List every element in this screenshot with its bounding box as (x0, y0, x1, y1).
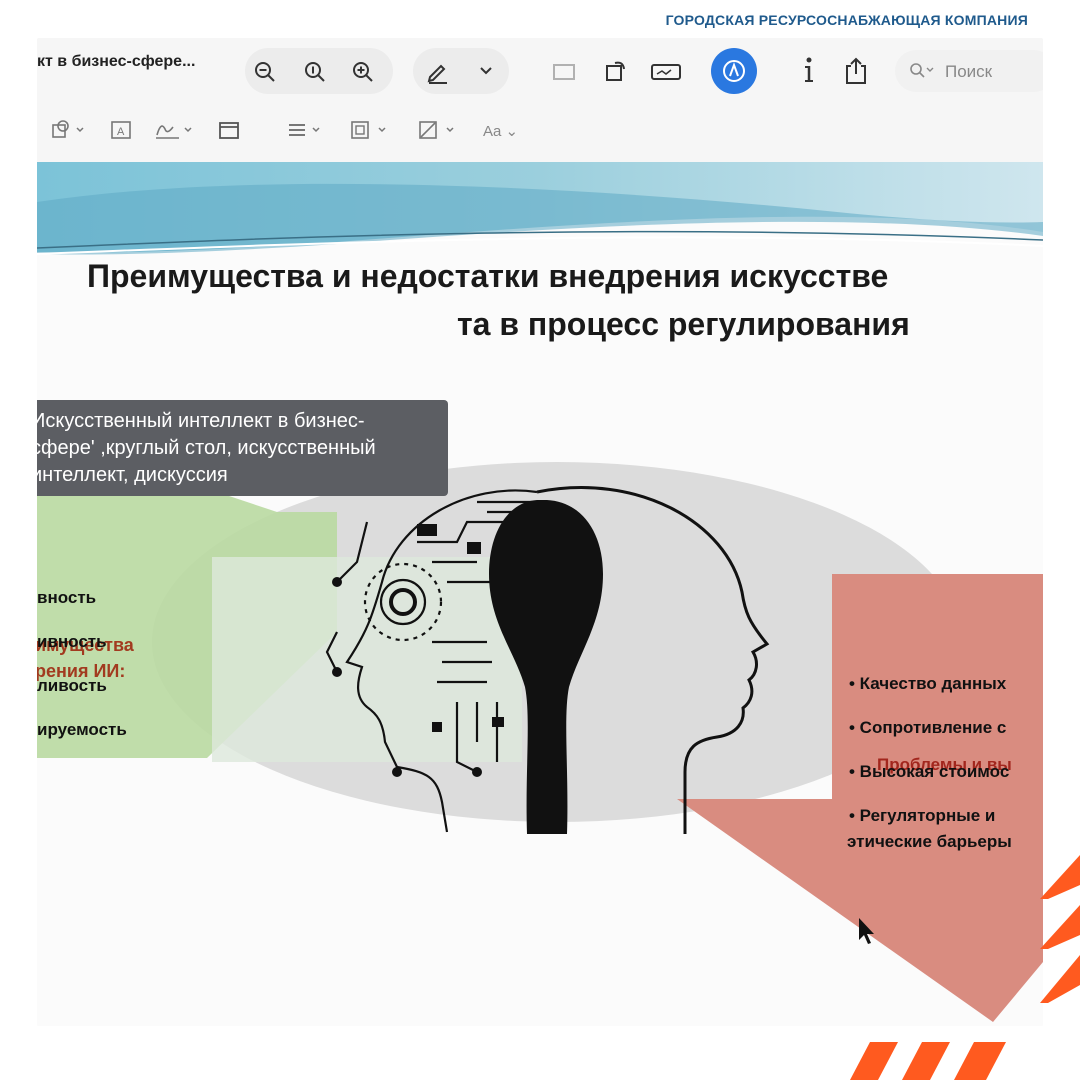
document-title: кт в бизнес-сфере... (37, 53, 196, 70)
problem-item: • Сопротивление с (849, 718, 1007, 737)
hover-tooltip: Искусственный интеллект в бизнес- сфере'… (37, 400, 448, 496)
textbox-icon[interactable]: A (109, 118, 133, 142)
shapes-icon[interactable] (51, 118, 91, 142)
advantage-item: ируемость (37, 720, 127, 739)
problem-item: • Качество данных (849, 674, 1007, 693)
zoom-out-icon[interactable] (251, 58, 279, 86)
tooltip-line: сфере' ,круглый стол, искусственный (37, 437, 376, 459)
slide-title-line2: та в процесс регулирования (457, 306, 910, 342)
markup-toggle-button[interactable] (711, 48, 757, 94)
chevron-down-icon: ⌄ (505, 123, 519, 140)
sign-icon[interactable] (153, 118, 199, 142)
advantage-item: вность (37, 588, 97, 607)
line-style-icon[interactable] (285, 118, 327, 142)
problem-item: • Регуляторные и (849, 806, 996, 825)
format-toolbar: A Aa ⌄ (37, 104, 1043, 162)
crop-icon[interactable] (549, 58, 579, 86)
problem-item: этические барьеры (847, 832, 1012, 851)
main-toolbar: кт в бизнес-сфере... Поиск (37, 38, 1043, 104)
search-placeholder: Поиск (945, 62, 993, 81)
chevron-down-icon[interactable] (475, 60, 497, 82)
zoom-in-icon[interactable] (349, 58, 377, 86)
signature-icon[interactable] (649, 58, 685, 86)
slide-title-line1: Преимущества и недостатки внедрения иску… (87, 258, 889, 294)
share-icon[interactable] (841, 54, 871, 88)
search-icon (910, 63, 934, 78)
advantage-item: ивность (37, 632, 107, 651)
font-button[interactable]: Aa ⌄ (483, 122, 518, 140)
problem-item: • Высокая стоимос (849, 762, 1010, 781)
info-icon[interactable] (797, 54, 821, 86)
pen-icon[interactable] (423, 57, 453, 87)
search-field[interactable]: Поиск (895, 50, 1043, 92)
rotate-icon[interactable] (601, 56, 631, 86)
tooltip-line: интеллект, дискуссия (37, 464, 228, 486)
brand-stripes-right (1040, 855, 1080, 1003)
tooltip-line: Искусственный интеллект в бизнес- (37, 410, 365, 432)
company-name: ГОРОДСКАЯ РЕСУРСОСНАБЖАЮЩАЯ КОМПАНИЯ (665, 12, 1028, 28)
note-icon[interactable] (217, 118, 241, 142)
brand-stripes-bottom (850, 1042, 1006, 1080)
markup-icon (723, 60, 745, 82)
svg-text:A: A (117, 126, 125, 138)
viewer-window: кт в бизнес-сфере... Поиск A Aa ⌄ Преиму… (37, 38, 1043, 1026)
font-button-label: Aa (483, 123, 502, 140)
border-color-icon[interactable] (349, 118, 393, 142)
actual-size-icon[interactable] (301, 58, 329, 86)
fill-color-icon[interactable] (417, 118, 461, 142)
slide-page: Преимущества и недостатки внедрения иску… (37, 162, 1043, 1026)
advantage-item: ливость (37, 676, 107, 695)
